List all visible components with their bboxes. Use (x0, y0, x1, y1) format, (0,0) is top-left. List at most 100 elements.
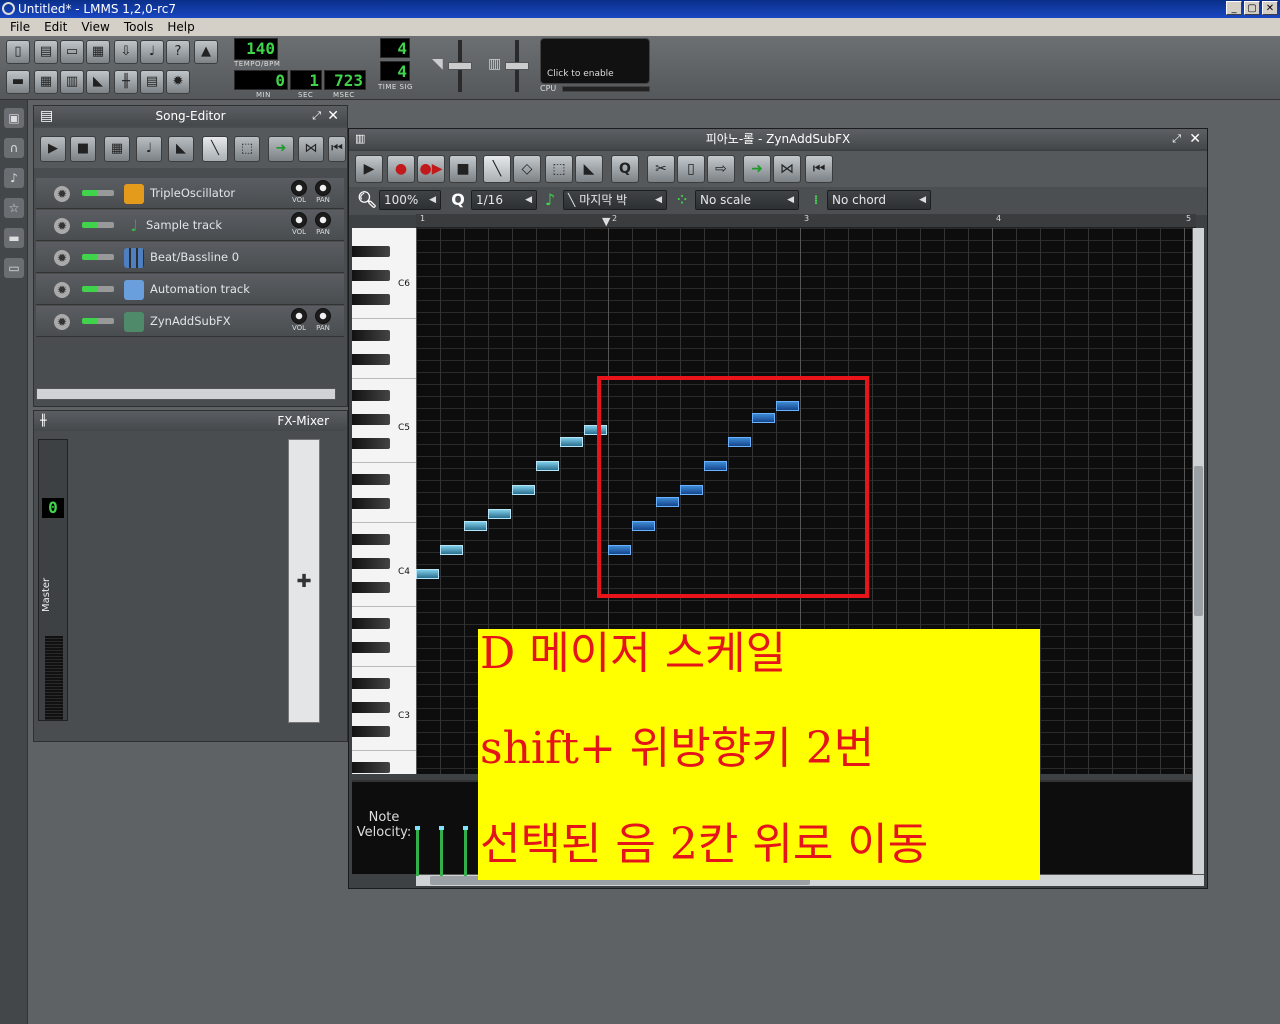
master-volume-slider[interactable] (448, 40, 472, 92)
black-key[interactable] (352, 354, 390, 365)
black-key[interactable] (352, 762, 390, 773)
my-samples-icon[interactable]: ♪ (4, 168, 24, 188)
black-key[interactable] (352, 702, 390, 713)
song-editor-close-icon[interactable]: ✕ (327, 106, 339, 126)
velocity-bar[interactable] (415, 826, 420, 876)
rewind-icon[interactable]: ⏮ (805, 155, 833, 183)
black-key[interactable] (352, 534, 390, 545)
track-row[interactable]: ✹ TripleOscillator VOL PAN (36, 178, 344, 209)
piano-keyboard[interactable]: C6 C5 C4 C3 (352, 228, 416, 774)
minimize-button[interactable]: _ (1226, 1, 1242, 15)
select-mode-icon[interactable]: ⬚ (545, 155, 573, 183)
root-directory-icon[interactable]: ▭ (4, 258, 24, 278)
quantize-icon[interactable]: Q (611, 155, 639, 183)
rewind-icon[interactable]: ⏮ (328, 136, 346, 162)
auto-scroll-icon[interactable]: ➜ (743, 155, 771, 183)
metronome-icon[interactable]: ▲ (194, 40, 218, 64)
black-key[interactable] (352, 678, 390, 689)
mute-solo-toggle[interactable] (82, 222, 114, 228)
my-presets-icon[interactable]: ☆ (4, 198, 24, 218)
menu-view[interactable]: View (81, 18, 109, 36)
draw-mode-icon[interactable]: ╲ (202, 136, 228, 162)
record-while-playing-icon[interactable]: ●▶ (417, 155, 445, 183)
black-key[interactable] (352, 498, 390, 509)
menu-tools[interactable]: Tools (124, 18, 154, 36)
scale-select[interactable]: No scale ◀ (695, 190, 799, 210)
edit-mode-icon[interactable]: ⬚ (234, 136, 260, 162)
time-sig-denominator[interactable]: 4 (380, 61, 410, 81)
track-row[interactable]: ✹ Beat/Bassline 0 (36, 242, 344, 273)
beat-bassline-editor-icon[interactable]: ▦ (34, 70, 58, 94)
track-row[interactable]: ✹ Automation track (36, 274, 344, 305)
note-block[interactable] (560, 437, 583, 447)
automation-editor-icon[interactable]: ◣ (86, 70, 110, 94)
black-key[interactable] (352, 642, 390, 653)
black-key[interactable] (352, 582, 390, 593)
gear-icon[interactable]: ✹ (54, 282, 70, 298)
song-editor-icon[interactable]: ▬ (6, 70, 30, 94)
open-project-icon[interactable]: ▭ (60, 40, 84, 64)
copy-icon[interactable]: ▯ (677, 155, 705, 183)
note-block[interactable] (512, 485, 535, 495)
black-key[interactable] (352, 414, 390, 425)
play-icon[interactable]: ▶ (355, 155, 383, 183)
volume-knob[interactable]: VOL (290, 180, 308, 204)
paste-icon[interactable]: ⇨ (707, 155, 735, 183)
note-length-select[interactable]: ╲ 마지막 박 ◀ (563, 190, 667, 210)
velocity-bar[interactable] (439, 826, 444, 876)
volume-knob[interactable]: VOL (290, 212, 308, 236)
vertical-scrollbar[interactable] (1192, 228, 1204, 874)
chord-select[interactable]: No chord ◀ (827, 190, 931, 210)
track-row[interactable]: ✹ ZynAddSubFX VOL PAN (36, 306, 344, 337)
save-project-icon[interactable]: ▦ (86, 40, 110, 64)
erase-mode-icon[interactable]: ◇ (513, 155, 541, 183)
volume-knob[interactable]: VOL (290, 308, 308, 332)
mute-solo-toggle[interactable] (82, 254, 114, 260)
gear-icon[interactable]: ✹ (54, 250, 70, 266)
note-block[interactable] (416, 569, 439, 579)
add-sample-track-icon[interactable]: ♩ (136, 136, 162, 162)
black-key[interactable] (352, 294, 390, 305)
add-automation-track-icon[interactable]: ◣ (168, 136, 194, 162)
vertical-scrollbar-thumb[interactable] (1194, 466, 1203, 616)
song-editor-scrollbar[interactable] (36, 388, 336, 400)
black-key[interactable] (352, 330, 390, 341)
black-key[interactable] (352, 558, 390, 569)
draw-mode-icon[interactable]: ╲ (483, 155, 511, 183)
cpu-load-display[interactable]: Click to enable (540, 38, 650, 84)
close-button[interactable]: ✕ (1262, 1, 1278, 15)
fx-mixer-icon[interactable]: ╫ (114, 70, 138, 94)
piano-roll-close-icon[interactable]: ✕ (1189, 129, 1201, 149)
master-channel[interactable]: 0 Master (38, 439, 68, 721)
detune-mode-icon[interactable]: ◣ (575, 155, 603, 183)
black-key[interactable] (352, 438, 390, 449)
song-editor-maximize-icon[interactable]: ⤢ (312, 106, 321, 126)
export-icon[interactable]: ⇩ (114, 40, 138, 64)
loop-points-icon[interactable]: ⋈ (773, 155, 801, 183)
quantize-select[interactable]: 1/16 ◀ (471, 190, 537, 210)
piano-roll-timeline[interactable]: 1 2 3 4 5 ▼ (416, 214, 1196, 228)
my-home-icon[interactable]: ▬ (4, 228, 24, 248)
velocity-bar[interactable] (463, 826, 468, 876)
black-key[interactable] (352, 246, 390, 257)
track-row[interactable]: ✹ ♩ Sample track VOL PAN (36, 210, 344, 241)
note-block[interactable] (440, 545, 463, 555)
zoom-select[interactable]: 100% ◀ (379, 190, 441, 210)
mute-solo-toggle[interactable] (82, 286, 114, 292)
mute-solo-toggle[interactable] (82, 190, 114, 196)
new-from-template-icon[interactable]: ▤ (34, 40, 58, 64)
loop-points-icon[interactable]: ⋈ (298, 136, 324, 162)
add-fx-channel-button[interactable]: ✚ (288, 439, 320, 723)
menu-file[interactable]: File (10, 18, 30, 36)
cut-icon[interactable]: ✂ (647, 155, 675, 183)
black-key[interactable] (352, 390, 390, 401)
pan-knob[interactable]: PAN (314, 180, 332, 204)
my-projects-icon[interactable]: ∩ (4, 138, 24, 158)
black-key[interactable] (352, 618, 390, 629)
new-project-icon[interactable]: ▯ (6, 40, 30, 64)
time-sig-numerator[interactable]: 4 (380, 38, 410, 58)
black-key[interactable] (352, 726, 390, 737)
play-icon[interactable]: ▶ (40, 136, 66, 162)
add-beat-bassline-icon[interactable]: ▦ (104, 136, 130, 162)
black-key[interactable] (352, 474, 390, 485)
